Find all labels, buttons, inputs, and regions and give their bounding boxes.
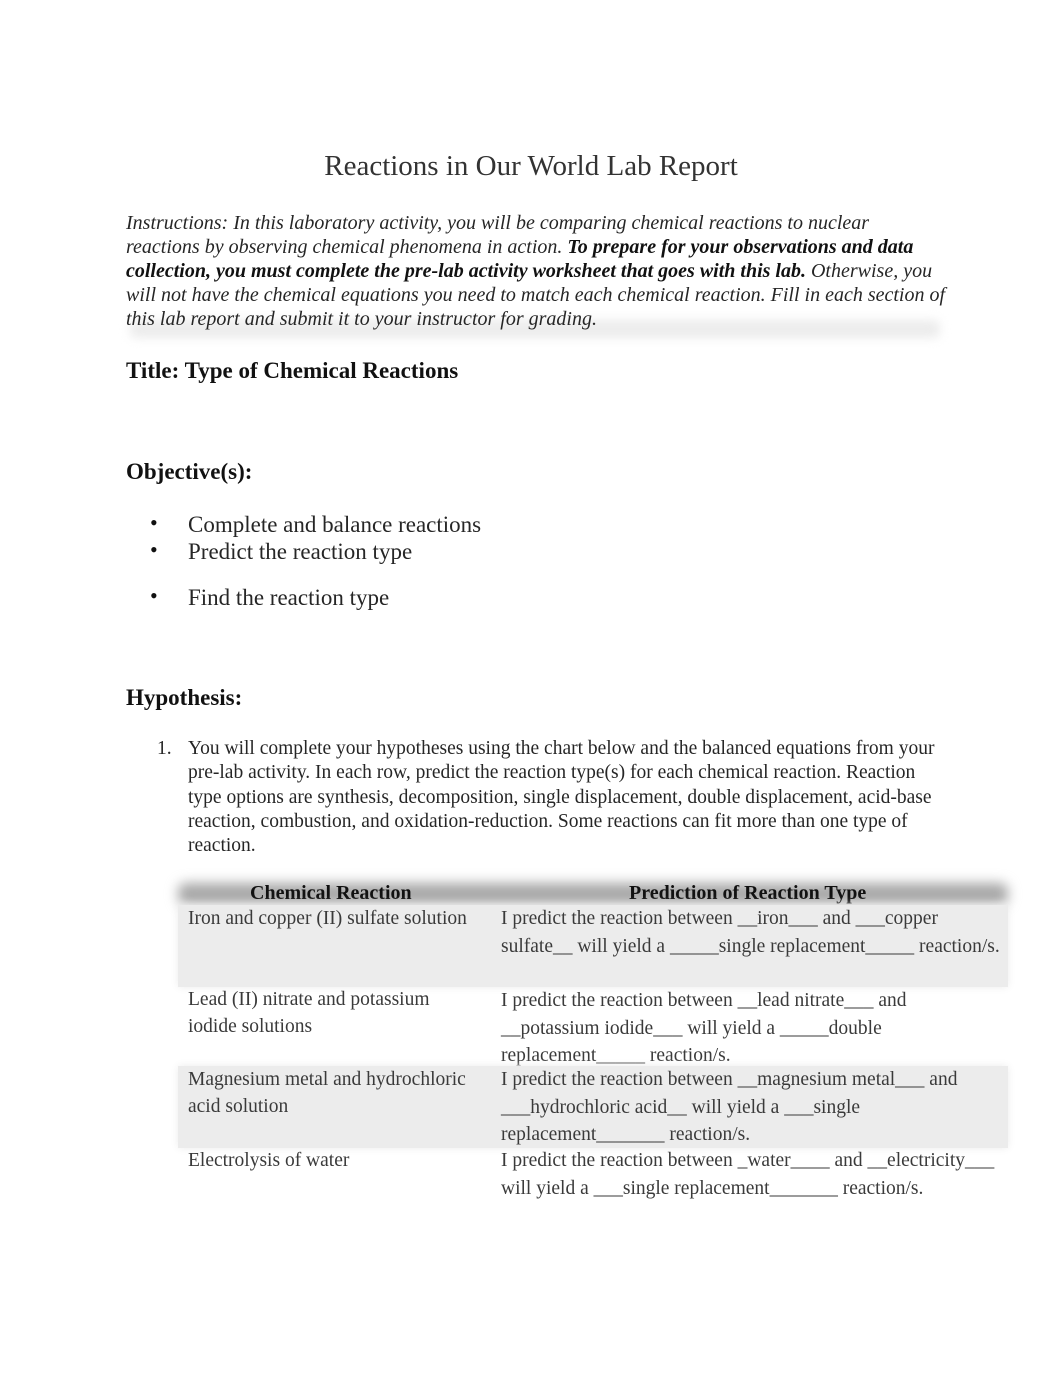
prediction-cell: I predict the reaction between _water___…: [501, 1150, 995, 1199]
objectives-heading: Objective(s):: [126, 459, 253, 484]
document-title: Reactions in Our World Lab Report: [324, 150, 738, 182]
table-header-reaction: Chemical Reaction: [250, 882, 412, 904]
reaction-cell: Lead (II) nitrate and potassium iodide s…: [188, 989, 430, 1037]
hypothesis-list-item: 1. You will complete your hypotheses usi…: [157, 737, 947, 858]
reaction-cell: Magnesium metal and hydrochloric acid so…: [188, 1069, 466, 1117]
hypothesis-heading: Hypothesis:: [126, 685, 243, 710]
hypothesis-text: You will complete your hypotheses using …: [188, 738, 935, 857]
prediction-cell: I predict the reaction between __iron___…: [501, 908, 1000, 957]
reaction-cell: Electrolysis of water: [188, 1150, 350, 1171]
table-row: Lead (II) nitrate and potassium iodide s…: [178, 987, 1008, 1067]
table-row: Electrolysis of water I predict the reac…: [178, 1147, 1008, 1229]
reaction-cell: Iron and copper (II) sulfate solution: [188, 908, 467, 929]
bullet-icon: •: [150, 583, 158, 608]
title-heading: Title: Type of Chemical Reactions: [126, 358, 459, 383]
table-header-prediction: Prediction of Reaction Type: [629, 882, 867, 904]
table-row: Iron and copper (II) sulfate solution I …: [178, 905, 1008, 987]
bullet-icon: •: [150, 510, 158, 535]
prediction-cell: I predict the reaction between __lead ni…: [501, 990, 907, 1066]
bullet-icon: •: [150, 537, 158, 562]
instructions-paragraph: Instructions: In this laboratory activit…: [126, 211, 946, 331]
prediction-cell: I predict the reaction between __magnesi…: [501, 1069, 958, 1145]
list-number: 1.: [157, 738, 172, 759]
table-row: Magnesium metal and hydrochloric acid so…: [178, 1066, 1008, 1148]
